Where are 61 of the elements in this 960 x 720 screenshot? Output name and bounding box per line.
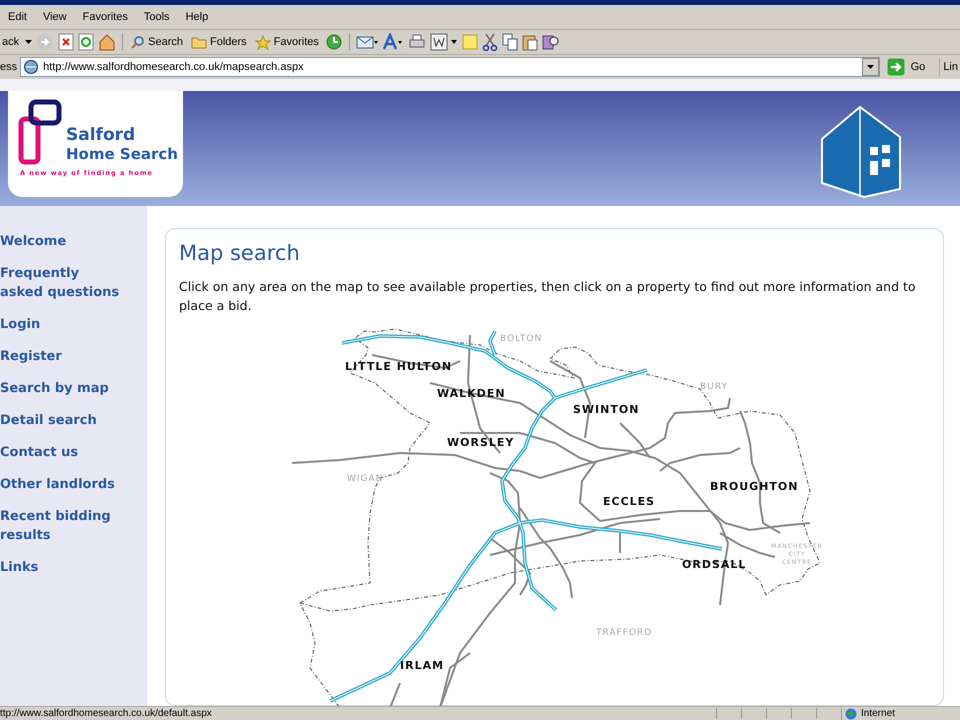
intro-text: Click on any area on the map to see available properties, then click on a property to find out more information and to place a bid. bbox=[179, 278, 917, 315]
zone-indicator: Internet bbox=[841, 708, 960, 720]
nav-link[interactable]: Register bbox=[0, 347, 125, 366]
scissors-icon[interactable] bbox=[482, 33, 498, 51]
nav-link[interactable]: Other landlords bbox=[0, 475, 125, 494]
caret-icon bbox=[866, 65, 874, 69]
refresh-icon[interactable] bbox=[78, 33, 94, 51]
menu-item[interactable]: Edit bbox=[0, 11, 35, 23]
logo-text: Home Search bbox=[66, 145, 179, 163]
town-label[interactable]: ECCLES bbox=[603, 495, 656, 508]
nav-link[interactable]: Frequently asked questions bbox=[0, 264, 125, 302]
search-button[interactable]: Search bbox=[129, 35, 185, 49]
menu-item[interactable]: Tools bbox=[136, 11, 178, 23]
house-icon bbox=[820, 103, 902, 199]
address-label: ess bbox=[0, 61, 18, 73]
caret-icon[interactable] bbox=[25, 40, 32, 44]
menu-item[interactable]: Help bbox=[178, 11, 216, 23]
home-icon[interactable] bbox=[98, 33, 116, 51]
dropdown-button[interactable] bbox=[862, 58, 879, 76]
area-label: BOLTON bbox=[500, 334, 542, 344]
mail-icon[interactable] bbox=[356, 34, 378, 50]
history-icon[interactable] bbox=[324, 33, 343, 51]
go-button[interactable]: Go bbox=[882, 58, 940, 76]
paste-icon[interactable] bbox=[522, 33, 538, 51]
nav-link[interactable]: Links bbox=[0, 558, 125, 577]
globe-icon bbox=[845, 708, 857, 720]
town-label[interactable]: ORDSALL bbox=[682, 558, 746, 571]
favorites-button[interactable]: Favorites bbox=[252, 34, 321, 50]
menu-item[interactable]: Favorites bbox=[74, 11, 136, 23]
nav-link[interactable]: Welcome bbox=[0, 232, 125, 251]
stop-icon[interactable] bbox=[58, 33, 74, 51]
nav-link[interactable]: Detail search bbox=[0, 411, 125, 430]
page-icon bbox=[23, 59, 40, 75]
nav-link[interactable]: Search by map bbox=[0, 379, 125, 398]
page-title: Map search bbox=[179, 241, 301, 265]
folders-button[interactable]: Folders bbox=[188, 35, 249, 49]
town-label[interactable]: LITTLE HULTON bbox=[345, 360, 452, 373]
logo-text: Salford bbox=[66, 125, 136, 145]
town-label[interactable]: IRLAM bbox=[400, 659, 444, 672]
star-icon bbox=[254, 34, 271, 50]
town-label[interactable]: SWINTON bbox=[573, 403, 640, 416]
town-label[interactable]: WALKDEN bbox=[437, 387, 506, 400]
address-field[interactable]: http://www.salfordhomesearch.co.uk/mapsearch.aspx bbox=[20, 57, 880, 77]
folder-icon bbox=[190, 35, 207, 49]
nav-link[interactable]: Recent bidding results bbox=[0, 507, 125, 545]
search-icon bbox=[131, 35, 146, 49]
area-label: WIGAN bbox=[347, 474, 384, 484]
copy-icon[interactable] bbox=[502, 33, 518, 51]
area-label: BURY bbox=[700, 382, 728, 392]
edit-icon[interactable] bbox=[430, 33, 458, 51]
nav-link[interactable]: Login bbox=[0, 315, 125, 334]
area-label: TRAFFORD bbox=[596, 628, 652, 638]
back-button[interactable]: ack bbox=[0, 36, 22, 48]
links-button[interactable]: Lin bbox=[943, 61, 960, 73]
logo-icon bbox=[18, 99, 62, 165]
status-text: ttp://www.salfordhomesearch.co.uk/default.aspx bbox=[0, 708, 213, 719]
town-label[interactable]: BROUGHTON bbox=[710, 480, 798, 493]
town-label[interactable]: WORSLEY bbox=[447, 436, 514, 449]
menu-item[interactable]: View bbox=[34, 11, 75, 23]
nav-link[interactable]: Contact us bbox=[0, 443, 125, 462]
font-icon[interactable] bbox=[382, 33, 404, 51]
